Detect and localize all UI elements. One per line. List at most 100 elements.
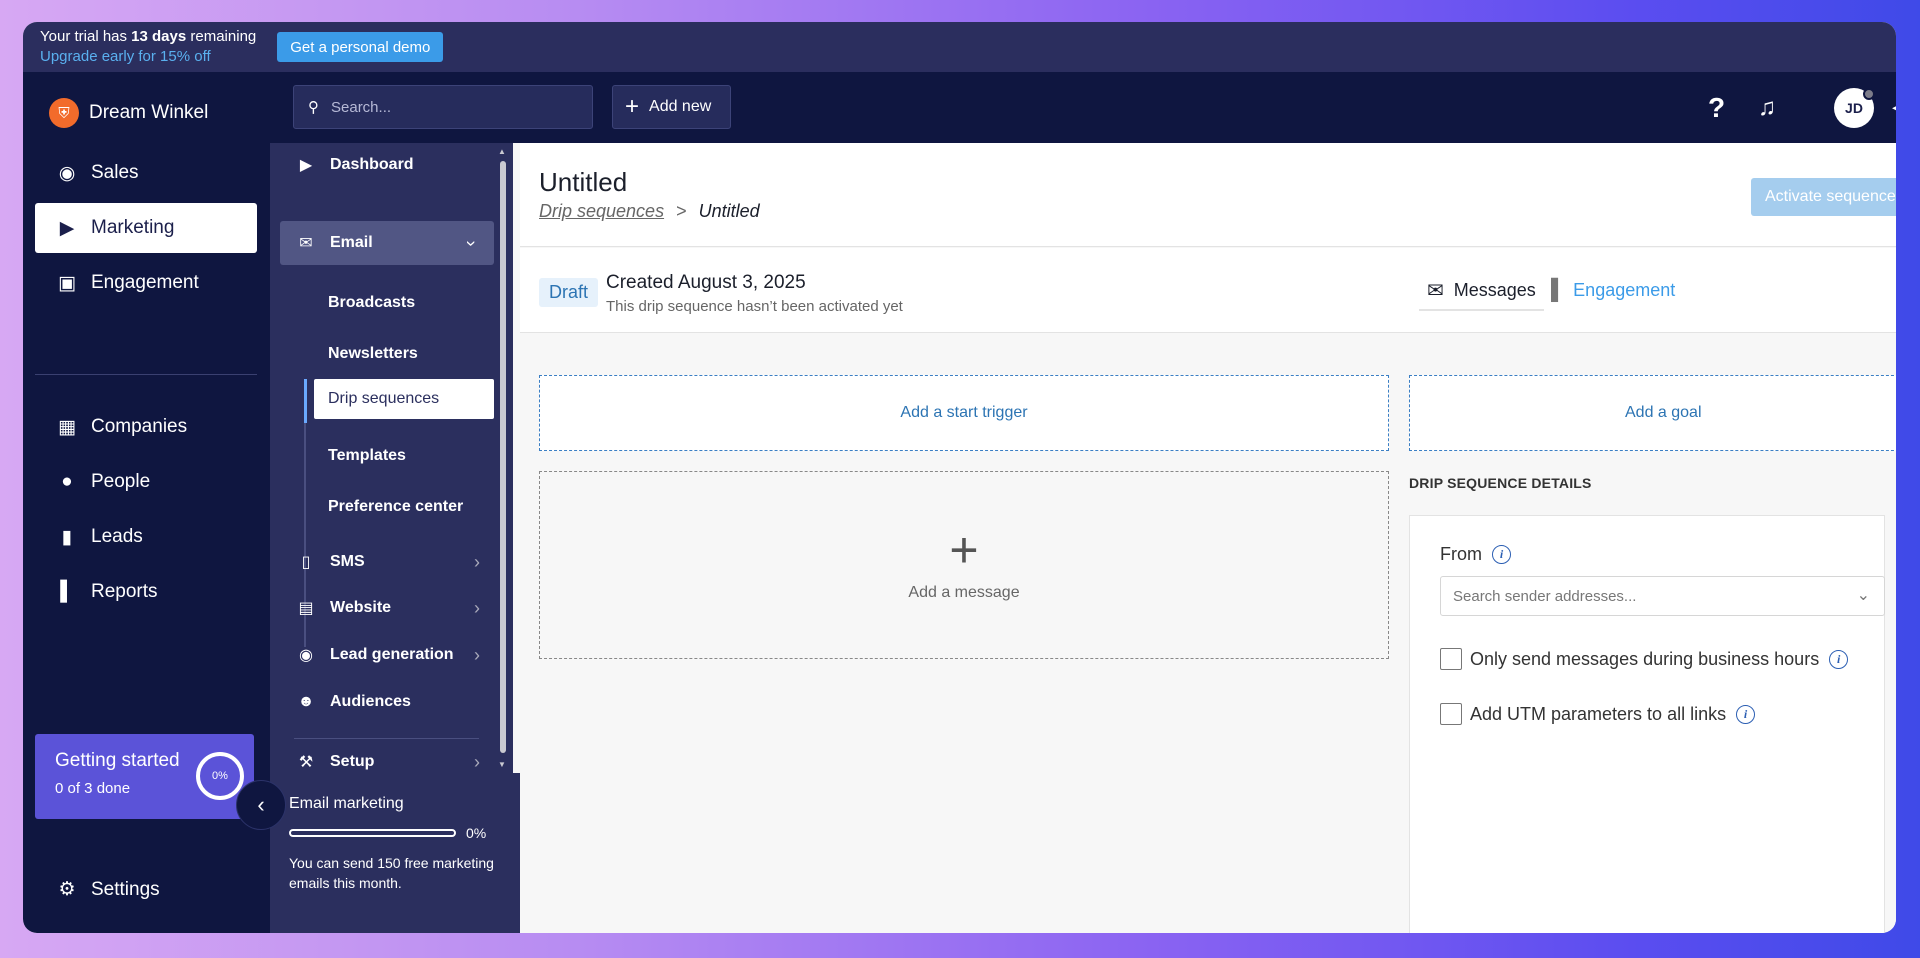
- scroll-thumb[interactable]: [500, 161, 506, 753]
- page-header: Untitled Drip sequences > Untitled Activat…: [520, 143, 1896, 247]
- quota-note: You can send 150 free marketing emails t…: [289, 855, 494, 891]
- subnav-label: Email: [330, 234, 373, 251]
- nav-item-engagement[interactable]: ▣ Engagement: [35, 258, 257, 308]
- from-label: From i: [1440, 544, 1511, 565]
- chat-icon: ▣: [58, 272, 76, 294]
- personal-demo-button[interactable]: Get a personal demo: [277, 32, 444, 62]
- trial-text: Your trial has 13 days remaining Upgrade…: [40, 27, 256, 67]
- active-indicator: [304, 379, 307, 423]
- trial-days-suffix: remaining: [186, 28, 257, 45]
- announcements-icon[interactable]: ◀: [1892, 94, 1896, 120]
- envelope-icon: ✉: [299, 235, 313, 252]
- from-text: From: [1440, 544, 1482, 564]
- envelope-icon: ✉: [1427, 279, 1444, 302]
- subnav-drip-sequences[interactable]: Drip sequences: [314, 379, 494, 419]
- nav-item-sales[interactable]: ◉ Sales: [35, 148, 257, 198]
- nav-item-companies[interactable]: ▦ Companies: [35, 402, 257, 452]
- subnav-lead-generation[interactable]: ◉ Lead generation ›: [270, 633, 500, 677]
- progress-ring: 0%: [196, 752, 244, 800]
- trial-banner: Your trial has 13 days remaining Upgrade…: [23, 22, 1896, 72]
- tab-messages[interactable]: ✉ Messages: [1419, 271, 1544, 311]
- upgrade-link[interactable]: Upgrade early for 15% off: [40, 47, 256, 67]
- sender-select[interactable]: Search sender addresses... ⌄: [1440, 576, 1885, 616]
- avatar[interactable]: JD: [1834, 88, 1875, 128]
- activation-note: This drip sequence hasn’t been activated…: [606, 298, 903, 315]
- page-title: Untitled: [539, 167, 628, 197]
- breadcrumb-current: Untitled: [698, 201, 760, 221]
- breadcrumb-drip-sequences[interactable]: Drip sequences: [539, 201, 664, 221]
- add-start-trigger[interactable]: Add a start trigger: [539, 375, 1389, 451]
- status-dot: [1863, 88, 1875, 100]
- sender-placeholder: Search sender addresses...: [1453, 587, 1637, 605]
- activate-sequence-button[interactable]: Activate sequence: [1751, 178, 1896, 216]
- collapse-sidebar-button[interactable]: ‹: [236, 780, 286, 830]
- info-icon[interactable]: i: [1736, 704, 1756, 724]
- subnav-preference-center[interactable]: Preference center: [328, 487, 508, 527]
- bell-icon[interactable]: ♫: [1758, 94, 1776, 122]
- tab-engagement[interactable]: ▌ Engagement: [1551, 279, 1675, 302]
- scroll-down-icon[interactable]: ▼: [498, 760, 506, 769]
- nav-item-leads[interactable]: ▮ Leads: [35, 512, 257, 562]
- chevron-right-icon: ›: [474, 597, 480, 618]
- brand[interactable]: ⛨ Dream Winkel: [49, 98, 208, 128]
- nav-divider: [35, 374, 257, 375]
- subnav-sms[interactable]: ▯ SMS ›: [270, 540, 500, 584]
- left-sidebar: ⛨ Dream Winkel ◉ Sales ▶ Marketing ▣ Engage…: [23, 72, 270, 933]
- details-section-title: DRIP SEQUENCE DETAILS: [1409, 475, 1592, 491]
- wrench-icon: ⚒: [298, 754, 314, 771]
- business-hours-checkbox[interactable]: [1440, 648, 1462, 670]
- settings-label: Settings: [91, 878, 160, 900]
- trial-days-prefix: Your trial has: [40, 28, 132, 45]
- subnav-label: Setup: [330, 753, 375, 770]
- nav-item-people[interactable]: ● People: [35, 457, 257, 507]
- subnav-dashboard[interactable]: ▶ Dashboard: [270, 143, 500, 187]
- tab-label: Messages: [1453, 279, 1536, 300]
- subnav-website[interactable]: ▤ Website ›: [270, 586, 500, 630]
- subnav-label: Audiences: [330, 693, 411, 710]
- getting-started-card[interactable]: Getting started 0 of 3 done 0%: [35, 734, 254, 819]
- add-new-button[interactable]: + Add new: [612, 85, 731, 129]
- business-hours-option[interactable]: Only send messages during business hours…: [1440, 648, 1849, 670]
- created-date: Created August 3, 2025: [606, 272, 806, 293]
- nav-label: Companies: [91, 416, 188, 437]
- sequence-status-bar: Draft Created August 3, 2025 This drip s…: [520, 248, 1896, 333]
- add-message[interactable]: + Add a message: [539, 471, 1389, 659]
- subnav-broadcasts[interactable]: Broadcasts: [328, 283, 508, 323]
- main-content: Untitled Drip sequences > Untitled Activat…: [520, 143, 1896, 933]
- subnav-setup[interactable]: ⚒ Setup ›: [270, 751, 500, 773]
- nav-item-marketing[interactable]: ▶ Marketing: [35, 203, 257, 253]
- status-badge: Draft: [539, 278, 599, 307]
- nav-item-reports[interactable]: ▌ Reports: [35, 567, 257, 617]
- app-window: Your trial has 13 days remaining Upgrade…: [23, 22, 1896, 933]
- quota-progress-bar: [289, 829, 456, 837]
- utm-checkbox[interactable]: [1440, 703, 1462, 725]
- subnav-email[interactable]: ✉ Email ›: [280, 221, 494, 265]
- utm-option[interactable]: Add UTM parameters to all links i: [1440, 703, 1756, 725]
- subnav-divider: [294, 738, 479, 739]
- business-hours-label: Only send messages during business hours: [1470, 648, 1820, 669]
- subnav-newsletters[interactable]: Newsletters: [328, 334, 508, 374]
- subnav-templates[interactable]: Templates: [328, 436, 508, 476]
- shield-icon: ⛨: [49, 98, 79, 128]
- info-icon[interactable]: i: [1492, 545, 1511, 564]
- scroll-up-icon[interactable]: ▲: [498, 147, 506, 156]
- quota-percent: 0%: [466, 825, 487, 841]
- quota-title: Email marketing: [289, 795, 404, 812]
- dollar-icon: ◉: [299, 647, 313, 664]
- breadcrumb: Drip sequences > Untitled: [539, 201, 760, 222]
- info-icon[interactable]: i: [1829, 649, 1849, 669]
- help-icon[interactable]: ?: [1708, 92, 1725, 124]
- chevron-right-icon: ›: [474, 751, 480, 772]
- add-goal[interactable]: Add a goal: [1409, 375, 1896, 451]
- megaphone-icon: ▶: [59, 217, 75, 239]
- nav-item-settings[interactable]: ⚙ Settings: [55, 878, 160, 901]
- subnav-audiences[interactable]: ☻ Audiences: [270, 680, 500, 724]
- bar-chart-icon: ▌: [1551, 279, 1566, 301]
- search-input[interactable]: [331, 98, 571, 116]
- search-box[interactable]: ⚲: [293, 85, 593, 129]
- top-bar: ⚲ + Add new ? ♫ JD ◀: [270, 72, 1896, 143]
- ticket-icon: ▮: [61, 526, 73, 548]
- subnav-scrollbar[interactable]: ▲ ▼: [498, 147, 508, 769]
- nav-label: Sales: [91, 162, 139, 183]
- person-icon: ●: [61, 471, 73, 492]
